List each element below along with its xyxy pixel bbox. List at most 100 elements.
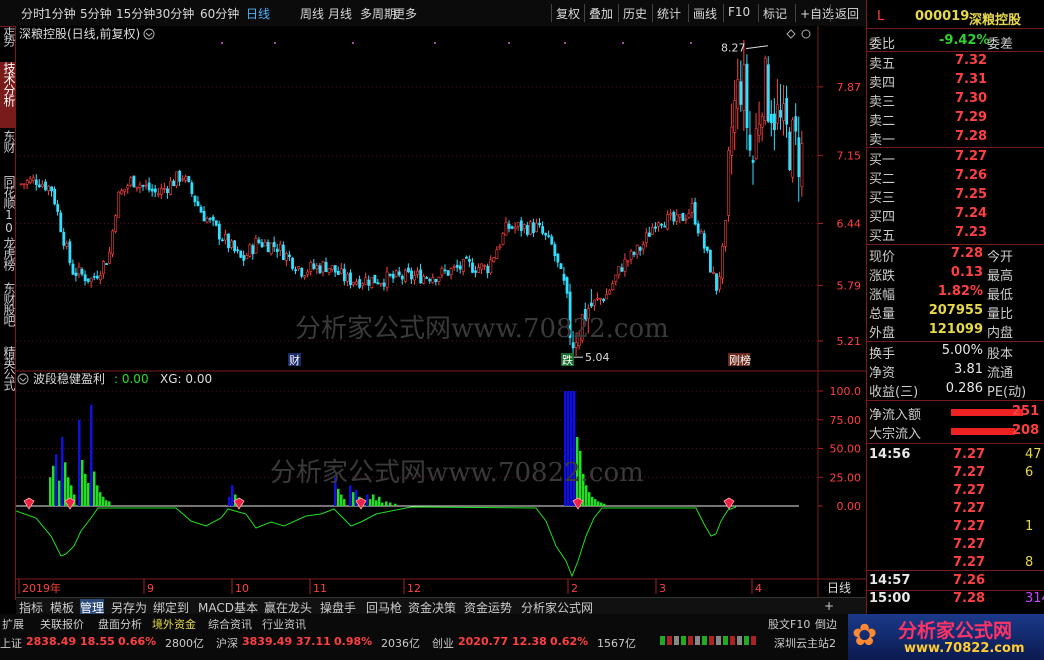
left-tab-3[interactable]: 同花顺10 [0,175,15,235]
status-tab-4[interactable]: 行业资讯 [262,616,306,632]
status-right-button-1[interactable]: 倒边 [815,616,837,632]
candle-body [89,277,93,283]
indicator-bar [381,502,384,506]
period-tab-4[interactable]: 30分钟 [155,5,194,22]
candle-body [80,268,84,275]
left-tab-1[interactable]: 技术分析 [0,62,15,128]
candle-body [791,119,795,178]
expand-button[interactable]: 扩展 [2,616,24,632]
buy-level-price: 7.26 [955,168,988,183]
period-tab-1[interactable]: 1分钟 [44,5,76,22]
candle-body [272,242,276,248]
index-amount: 2036亿 [381,637,420,650]
tick-price: 7.27 [953,555,986,570]
candle-body [657,222,660,227]
tool-button-2[interactable]: 历史 [623,5,647,22]
period-tab-9[interactable]: 多周期 [360,5,396,22]
candle-body [660,223,664,226]
indicator-bar [594,499,597,506]
candle-body [163,187,166,190]
tick-volume: 314 [1025,591,1044,606]
tool-button-3[interactable]: 统计 [657,5,681,22]
candle-body [516,222,520,227]
period-tab-2[interactable]: 5分钟 [80,5,112,22]
stat-label-2: 量比 [987,307,1014,322]
status-tab-3[interactable]: 综合资讯 [208,616,252,632]
tool-button-5[interactable]: F10 [728,5,750,19]
tool-button-1[interactable]: 叠加 [589,5,613,22]
indicator-bar [372,494,375,506]
add-tab-button[interactable]: + [824,599,834,613]
left-tab-2[interactable]: 东财10 [0,130,15,170]
period-tab-8[interactable]: 月线 [328,5,352,22]
top-toolbar: 分时 1分钟 5分钟 15分钟 30分钟 60分钟 日线 周线 月线 多周期 更多 复权 叠加 历史 统计画… [0,0,866,27]
candle-body [19,183,23,186]
period-tab-5[interactable]: 60分钟 [200,5,239,22]
mini-indicator [723,636,728,645]
date-axis-label: 12 [407,582,421,595]
indicator-tick-label: 25.00 [830,471,862,484]
left-tab-5[interactable]: 东财股吧 [0,282,15,342]
status-tab-1[interactable]: 盘面分析 [98,616,142,632]
candle-body [86,278,90,282]
indicator-bar [49,477,52,506]
candle-body [74,272,78,276]
period-tab-10[interactable]: 更多 [393,5,417,22]
candle-body [416,270,420,275]
candle-body [333,265,337,273]
sell-level-label: 卖三 [869,95,896,110]
candle-body [221,239,224,242]
candle-body [769,113,773,124]
stat-value: 121099 [928,322,983,337]
tool-button-8[interactable]: 返回 [835,5,859,22]
tool-button-0[interactable]: 复权 [556,5,580,22]
left-tab-6[interactable]: 精英公式 [0,346,15,396]
candle-body [120,190,124,195]
candle-body [83,274,87,282]
period-tab-6[interactable]: 日线 [246,5,270,22]
candle-body [712,271,715,274]
candle-body [41,183,44,187]
tool-button-4[interactable]: 画线 [693,5,717,22]
indicator-bar [389,502,392,506]
event-marker-label: 刚榜 [729,353,751,367]
candle-body [641,244,645,250]
tool-button-7[interactable]: +自选 [800,5,834,22]
period-tab-7[interactable]: 周线 [300,5,324,22]
candle-body [385,271,389,288]
period-tab-0[interactable]: 分时 [21,5,45,22]
candle-body [303,275,307,278]
index-change: 18.55 [80,635,115,648]
candle-body [519,220,523,231]
candle-body [443,269,447,272]
candle-body [492,257,496,262]
candle-body [361,283,365,286]
candle-body [382,282,386,287]
candle-body [486,265,490,274]
status-tab-2[interactable]: 境外资金 [152,616,196,632]
candle-body [471,262,474,273]
stat-value: 1.82% [937,284,983,299]
price-tick-label: 5.79 [837,280,862,293]
candle-body [724,220,728,247]
period-label: 日线 [827,581,851,595]
indicator-bar [78,419,81,506]
status-tab-0[interactable]: 关联报价 [40,616,84,632]
buy-level-price: 7.23 [955,225,988,240]
left-tab-4[interactable]: 龙虎榜 [0,237,15,277]
candle-body [751,159,755,163]
index-name: 沪深 [216,637,238,650]
candle-body [187,176,191,182]
candle-body [376,282,380,285]
toolbar-separator [723,4,724,22]
divider [867,341,1044,342]
stat-label: 换手 [869,347,896,362]
tool-button-6[interactable]: 标记 [763,5,787,22]
candle-body [47,185,50,191]
status-right-button-0[interactable]: 股文F10 [768,616,810,632]
tick-time: 14:56 [869,447,911,462]
chart-title: 深粮控股(日线,前复权) [19,26,140,41]
candle-body [730,126,734,156]
period-tab-3[interactable]: 15分钟 [116,5,155,22]
indicator-bar [84,473,87,506]
